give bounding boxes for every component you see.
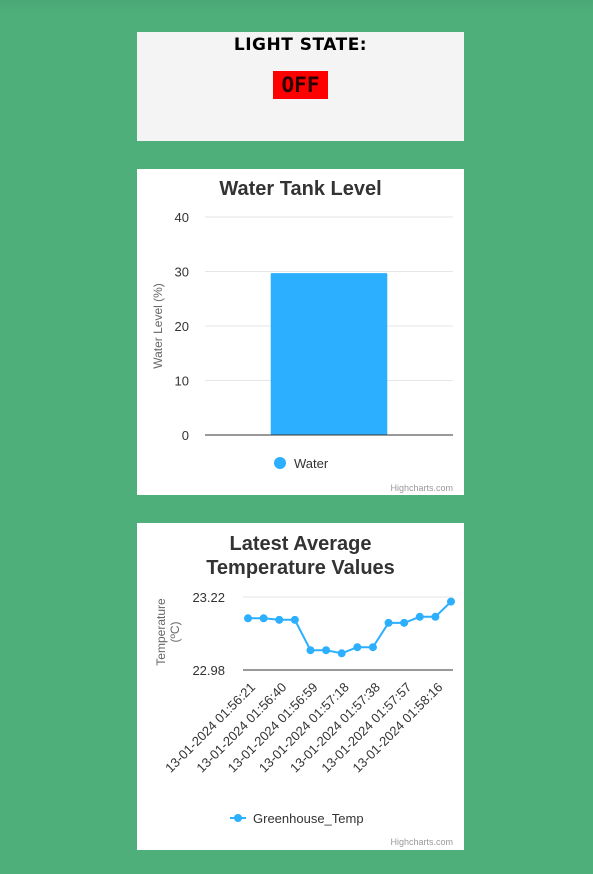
data-point[interactable] [415, 612, 424, 621]
y-tick-label: 40 [175, 210, 189, 225]
legend-item-greenhouse-temp[interactable]: Greenhouse_Temp [230, 811, 364, 826]
chart-title-line-2: Temperature Values [206, 557, 395, 579]
chart-title: Water Tank Level [219, 178, 381, 200]
y-axis-label: Water Level (%) [151, 283, 165, 369]
data-point[interactable] [447, 597, 455, 606]
data-point[interactable] [353, 643, 362, 652]
y-axis-label-line-1: Temperature [154, 598, 168, 666]
light-state-title: LIGHT STATE: [233, 35, 368, 55]
data-point[interactable] [384, 618, 393, 627]
chart-title-line-1: Latest Average [230, 533, 372, 555]
legend-label: Water [294, 456, 329, 471]
bar-water[interactable] [270, 273, 388, 435]
temperature-chart: Latest Average Temperature Values Temper… [137, 523, 464, 850]
y-tick-label: 23.22 [192, 590, 225, 605]
y-tick-label: 20 [175, 319, 189, 334]
y-tick-label: 22.98 [192, 663, 225, 678]
highcharts-credit[interactable]: Highcharts.com [390, 483, 453, 493]
top-bar [0, 0, 593, 14]
y-tick-label: 0 [182, 428, 189, 443]
y-axis-label-line-2: (ºC) [168, 621, 182, 642]
data-point[interactable] [306, 646, 315, 655]
y-tick-label: 10 [175, 374, 189, 389]
data-point[interactable] [322, 646, 331, 655]
legend-marker [234, 814, 242, 822]
legend-label: Greenhouse_Temp [253, 811, 364, 826]
water-tank-chart-svg: Water Tank Level Water Level (%) 0 10 20 30… [151, 178, 453, 493]
highcharts-credit[interactable]: Highcharts.com [390, 837, 453, 847]
y-tick-label: 30 [175, 265, 189, 280]
data-point[interactable] [290, 615, 299, 624]
series-line-greenhouse-temp [248, 600, 452, 655]
data-point[interactable] [431, 612, 440, 621]
data-point[interactable] [275, 615, 284, 624]
data-point[interactable] [259, 614, 268, 623]
data-point[interactable] [337, 649, 346, 658]
data-point[interactable] [244, 614, 252, 623]
temperature-chart-svg: Latest Average Temperature Values Temper… [154, 533, 455, 847]
light-state-card: LIGHT STATE: OFF [137, 32, 464, 141]
light-state-badge: OFF [273, 71, 328, 99]
data-point[interactable] [368, 643, 377, 652]
data-point[interactable] [400, 618, 409, 627]
water-tank-chart: Water Tank Level Water Level (%) 0 10 20 30… [137, 169, 464, 495]
legend-item-water[interactable]: Water [274, 456, 329, 471]
legend-marker [274, 457, 286, 469]
